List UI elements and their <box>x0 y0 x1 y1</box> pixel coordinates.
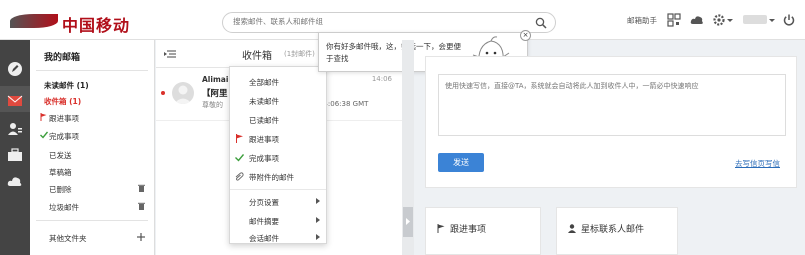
add-folder-icon[interactable] <box>137 233 145 241</box>
filter-unread[interactable]: 未读邮件 <box>230 92 326 109</box>
filter-label: 已读邮件 <box>249 116 279 125</box>
quick-reply-box[interactable] <box>438 74 786 136</box>
conversation-menu[interactable]: 会话邮件 <box>230 229 326 246</box>
chevron-down-icon[interactable] <box>727 13 733 27</box>
flag-icon <box>437 224 445 233</box>
mail-summary-menu[interactable]: 邮件摘要 <box>230 212 326 229</box>
filter-attachments[interactable]: 带附件的邮件 <box>230 168 326 185</box>
filter-label: 跟进事项 <box>249 135 279 144</box>
folder-sent[interactable]: 已发送 <box>49 150 154 161</box>
folder-drafts[interactable]: 草稿箱 <box>49 167 154 178</box>
folder-spam[interactable]: 垃圾邮件 <box>49 202 149 213</box>
follow-up-card[interactable]: 跟进事项 <box>425 207 541 255</box>
flag-icon <box>40 113 47 121</box>
qrcode-icon[interactable] <box>667 13 681 27</box>
mail-assistant-link[interactable]: 邮箱助手 <box>627 15 657 26</box>
folder-label: 跟进事项 <box>49 114 79 123</box>
close-icon[interactable]: × <box>520 30 531 41</box>
unread-dot-icon <box>161 91 165 95</box>
folder-unread[interactable]: 未读邮件 (1) <box>44 80 149 91</box>
page-settings-menu[interactable]: 分页设置 <box>230 193 326 210</box>
folder-inbox[interactable]: 收件箱 (1) <box>44 96 149 107</box>
folder-deleted[interactable]: 已删除 <box>49 184 149 195</box>
mail-count: (1封邮件) <box>284 50 315 58</box>
mail-preview: 尊敬的 <box>202 101 223 109</box>
power-icon[interactable] <box>782 13 796 27</box>
folder-divider <box>36 70 148 71</box>
filter-follow-up[interactable]: 跟进事项 <box>230 130 326 147</box>
avatar-placeholder-icon <box>174 85 192 104</box>
folder-divider <box>36 220 148 221</box>
filter-read[interactable]: 已读邮件 <box>230 111 326 128</box>
logo-text: 中国移动 <box>62 16 131 35</box>
logo[interactable]: 中国移动 <box>10 10 150 35</box>
mail-sender: Alimail <box>202 75 231 84</box>
mail-list-title[interactable]: 收件箱 <box>242 47 272 62</box>
folder-panel: 我的邮箱 未读邮件 (1) 收件箱 (1) 跟进事项 完成事项 已发送 草稿箱 … <box>30 40 155 255</box>
send-button[interactable]: 发送 <box>438 153 484 172</box>
cloud-drive-icon[interactable] <box>7 174 23 188</box>
filter-label: 未读邮件 <box>249 97 279 106</box>
folder-label: 垃圾邮件 <box>49 203 79 212</box>
logo-swoosh <box>10 14 58 28</box>
search-box[interactable] <box>222 12 556 33</box>
folder-label: 其他文件夹 <box>49 234 87 243</box>
search-input[interactable] <box>233 17 523 26</box>
trash-icon[interactable] <box>138 202 145 210</box>
quick-reply-card: 发送 去写信页写信 <box>425 56 797 188</box>
dropdown-divider <box>230 189 326 190</box>
starred-contacts-card[interactable]: 星标联系人邮件 <box>556 207 678 255</box>
app-sidebar <box>0 40 30 255</box>
check-icon <box>235 154 244 162</box>
menu-label: 会话邮件 <box>249 234 279 243</box>
contacts-icon[interactable] <box>7 122 23 136</box>
avatar <box>172 82 194 104</box>
folder-label: 完成事项 <box>49 132 79 141</box>
folder-other[interactable]: 其他文件夹 <box>49 233 149 244</box>
paperclip-icon <box>235 172 244 181</box>
chevron-right-icon[interactable] <box>406 218 410 225</box>
mail-time: 14:06 <box>371 75 392 83</box>
compose-icon[interactable] <box>7 62 23 76</box>
cloud-icon[interactable] <box>690 13 704 27</box>
quick-reply-input[interactable] <box>439 75 785 135</box>
filter-done[interactable]: 完成事项 <box>230 149 326 166</box>
check-icon <box>40 131 48 139</box>
filter-label: 全部邮件 <box>249 78 279 87</box>
menu-label: 分页设置 <box>249 198 279 207</box>
mail-icon[interactable] <box>7 94 23 108</box>
account-chevron-icon[interactable] <box>769 13 775 27</box>
collapse-panel-icon[interactable] <box>164 49 176 59</box>
card-title: 跟进事项 <box>450 225 487 235</box>
filter-dropdown: 全部邮件 未读邮件 已读邮件 跟进事项 完成事项 带附件的邮件 分页设置 邮件摘… <box>229 66 327 244</box>
flag-icon <box>236 134 243 143</box>
contact-star-icon <box>568 224 576 233</box>
full-compose-link[interactable]: 去写信页写信 <box>735 158 780 169</box>
gear-icon[interactable] <box>712 13 726 27</box>
filter-label: 完成事项 <box>249 154 279 163</box>
mail-subject: 【阿里 <box>202 89 228 99</box>
chevron-right-icon <box>316 198 320 204</box>
chevron-right-icon <box>316 217 320 223</box>
chevron-right-icon <box>316 234 320 240</box>
filter-all[interactable]: 全部邮件 <box>230 73 326 90</box>
trash-icon[interactable] <box>138 184 145 192</box>
menu-label: 邮件摘要 <box>249 217 279 226</box>
user-account-name[interactable] <box>743 15 767 24</box>
folder-panel-title: 我的邮箱 <box>44 53 81 63</box>
folder-label: 已删除 <box>49 185 72 194</box>
briefcase-icon[interactable] <box>7 148 23 162</box>
card-title: 星标联系人邮件 <box>581 225 645 235</box>
search-icon[interactable] <box>535 17 547 29</box>
filter-label: 带附件的邮件 <box>249 173 294 182</box>
